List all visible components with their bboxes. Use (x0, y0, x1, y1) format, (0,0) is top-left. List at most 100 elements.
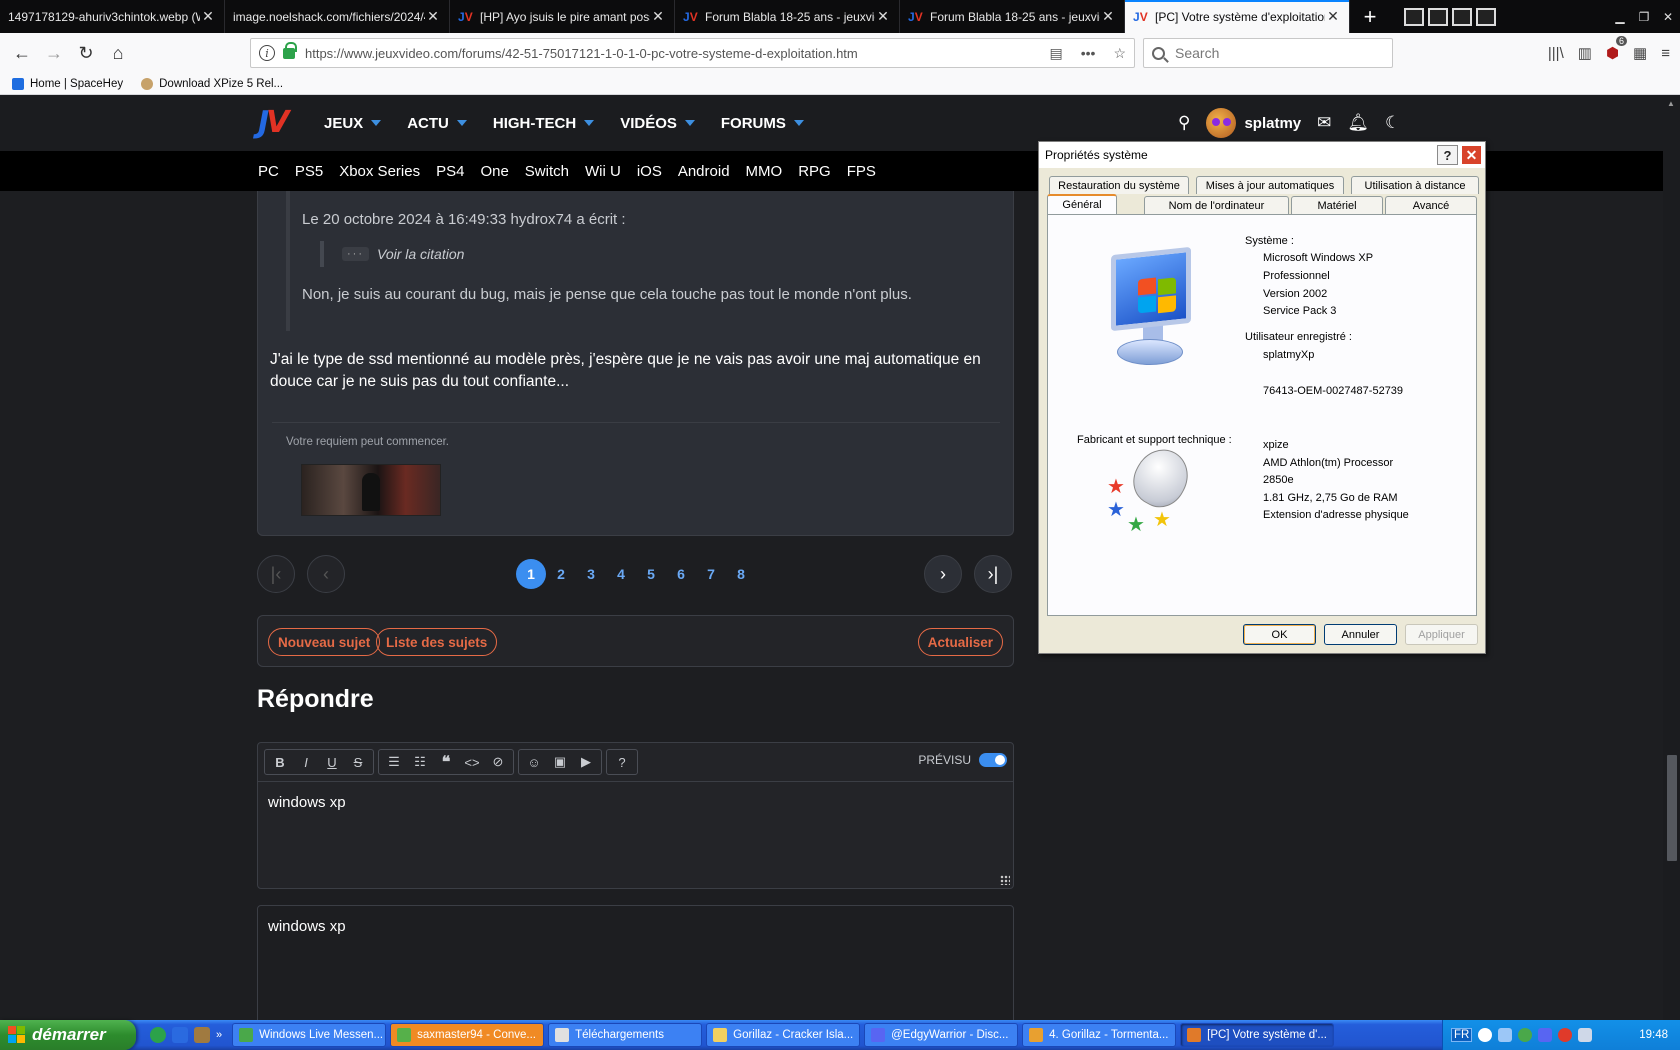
search-input[interactable]: Search (1143, 38, 1393, 68)
underline-icon[interactable]: U (319, 750, 345, 774)
search-icon[interactable]: ⚲ (1178, 113, 1190, 133)
refresh-button[interactable]: Actualiser (917, 628, 1003, 656)
platform-link[interactable]: MMO (746, 163, 783, 180)
moon-icon[interactable]: ☾ (1385, 113, 1400, 133)
taskbar-item[interactable]: Téléchargements (548, 1023, 703, 1047)
ublock-icon[interactable]: ⬢ 6 (1606, 36, 1628, 62)
tool-icon[interactable] (194, 1027, 210, 1043)
signature-image[interactable] (301, 464, 441, 516)
platform-link[interactable]: iOS (637, 163, 662, 180)
bookmark-star-icon[interactable]: ☆ (1113, 45, 1126, 62)
bell-icon[interactable]: 🔔︎ (1347, 113, 1369, 133)
platform-link[interactable]: One (480, 163, 508, 180)
help-icon[interactable] (1478, 1028, 1493, 1042)
chevron-icon[interactable]: » (216, 1029, 222, 1041)
tab-close-icon[interactable]: ✕ (1100, 8, 1116, 25)
browser-tab-2[interactable]: image.noelshack.com/fichiers/2024/42 ✕ (225, 0, 450, 33)
platform-link[interactable]: Switch (525, 163, 569, 180)
restore-icon[interactable]: ❐ (1632, 7, 1656, 27)
last-page-icon[interactable]: ›| (974, 555, 1012, 593)
video-icon[interactable]: ▶ (573, 750, 599, 774)
topic-list-button[interactable]: Liste des sujets (376, 628, 498, 656)
expand-quote-button[interactable]: ··· (342, 247, 369, 261)
taskbar-item[interactable]: saxmaster94 - Conve... (390, 1023, 545, 1047)
help-icon[interactable]: ? (609, 750, 635, 774)
url-text[interactable]: https://www.jeuxvideo.com/forums/42-51-7… (305, 46, 1049, 61)
username[interactable]: splatmy (1244, 115, 1301, 132)
browser-tab-5[interactable]: JV Forum Blabla 18-25 ans - jeuxvideo ✕ (900, 0, 1125, 33)
prev-page-icon[interactable]: ‹ (307, 555, 345, 593)
reload-icon[interactable]: ↻ (70, 37, 102, 69)
page-number[interactable]: 1 (516, 559, 546, 589)
platform-link[interactable]: Android (678, 163, 730, 180)
taskbar-item[interactable]: @EdgyWarrior - Disc... (864, 1023, 1019, 1047)
taskbar-item[interactable]: 4. Gorillaz - Tormenta... (1022, 1023, 1177, 1047)
smiley-icon[interactable]: ☺ (521, 750, 547, 774)
strikethrough-icon[interactable]: S (345, 750, 371, 774)
taskbar-item[interactable]: [PC] Votre système d'... (1180, 1023, 1335, 1047)
platform-link[interactable]: Xbox Series (339, 163, 420, 180)
scroll-up-icon[interactable]: ▲ (1667, 99, 1675, 108)
minimize-icon[interactable]: ▁ (1608, 7, 1632, 27)
taskbar-item[interactable]: Gorillaz - Cracker Isla... (706, 1023, 861, 1047)
forward-arrow-icon[interactable]: → (38, 37, 70, 69)
mail-icon[interactable]: ✉ (1317, 113, 1331, 133)
platform-link[interactable]: PC (258, 163, 279, 180)
browser-tab-3[interactable]: JV [HP] Ayo jsuis le pire amant possib ✕ (450, 0, 675, 33)
browser-tab-4[interactable]: JV Forum Blabla 18-25 ans - jeuxvideo ✕ (675, 0, 900, 33)
page-number[interactable]: 2 (546, 559, 576, 589)
resize-grip-icon[interactable] (1000, 875, 1010, 885)
lock-icon[interactable] (283, 41, 297, 59)
messenger-icon[interactable] (150, 1027, 166, 1043)
tab-computer-name[interactable]: Nom de l'ordinateur (1144, 196, 1289, 214)
extension-box-icon[interactable] (1404, 7, 1424, 26)
nav-forums[interactable]: FORUMS (721, 115, 804, 132)
page-scrollbar[interactable]: ▲ (1663, 95, 1680, 1020)
numbered-list-icon[interactable]: ☷ (407, 750, 433, 774)
new-tab-button[interactable]: + (1350, 0, 1390, 33)
image-icon[interactable]: ▣ (547, 750, 573, 774)
address-bar[interactable]: i https://www.jeuxvideo.com/forums/42-51… (250, 38, 1135, 68)
bullet-list-icon[interactable]: ☰ (381, 750, 407, 774)
dialog-titlebar[interactable]: Propriétés système (1039, 142, 1485, 168)
avatar[interactable] (1206, 108, 1237, 138)
browser-icon[interactable] (172, 1027, 188, 1043)
start-button[interactable]: démarrer (0, 1020, 136, 1050)
tab-hardware[interactable]: Matériel (1291, 196, 1383, 214)
help-button[interactable]: ? (1437, 145, 1458, 165)
quote-icon[interactable]: ❝ (433, 750, 459, 774)
platform-link[interactable]: Wii U (585, 163, 621, 180)
italic-icon[interactable]: I (293, 750, 319, 774)
close-button[interactable]: ✕ (1461, 145, 1482, 165)
menu-icon[interactable]: ≡ (1661, 45, 1670, 62)
bookmark-item[interactable]: Home | SpaceHey (12, 77, 123, 90)
scroll-thumb[interactable] (1667, 755, 1677, 861)
platform-link[interactable]: PS5 (295, 163, 323, 180)
library-icon[interactable]: |||\ (1548, 45, 1564, 62)
tab-system-restore[interactable]: Restauration du système (1049, 176, 1189, 194)
back-arrow-icon[interactable]: ← (6, 37, 38, 69)
page-number[interactable]: 6 (666, 559, 696, 589)
page-number[interactable]: 8 (726, 559, 756, 589)
platform-link[interactable]: FPS (847, 163, 876, 180)
first-page-icon[interactable]: |‹ (257, 555, 295, 593)
tab-close-icon[interactable]: ✕ (200, 8, 216, 25)
next-page-icon[interactable]: › (924, 555, 962, 593)
code-icon[interactable]: <> (459, 750, 485, 774)
volume-icon[interactable] (1498, 1028, 1513, 1042)
tab-close-icon[interactable]: ✕ (650, 8, 666, 25)
tab-remote[interactable]: Utilisation à distance (1351, 176, 1479, 194)
speaker-icon[interactable] (1578, 1028, 1593, 1042)
browser-tab-active[interactable]: JV [PC] Votre système d'exploitation ? ✕ (1125, 0, 1350, 33)
jv-logo[interactable]: JV (258, 105, 289, 140)
language-indicator[interactable]: FR (1451, 1028, 1473, 1042)
page-number[interactable]: 7 (696, 559, 726, 589)
browser-tab-1[interactable]: 1497178129-ahuriv3chintok.webp (WE ✕ (0, 0, 225, 33)
bold-icon[interactable]: B (267, 750, 293, 774)
home-icon[interactable]: ⌂ (102, 37, 134, 69)
tab-close-icon[interactable]: ✕ (425, 8, 441, 25)
discord-tray-icon[interactable] (1538, 1028, 1553, 1042)
taskbar-item[interactable]: Windows Live Messen... (232, 1023, 387, 1047)
tab-automatic-updates[interactable]: Mises à jour automatiques (1196, 176, 1344, 194)
nav-actu[interactable]: ACTU (407, 115, 467, 132)
